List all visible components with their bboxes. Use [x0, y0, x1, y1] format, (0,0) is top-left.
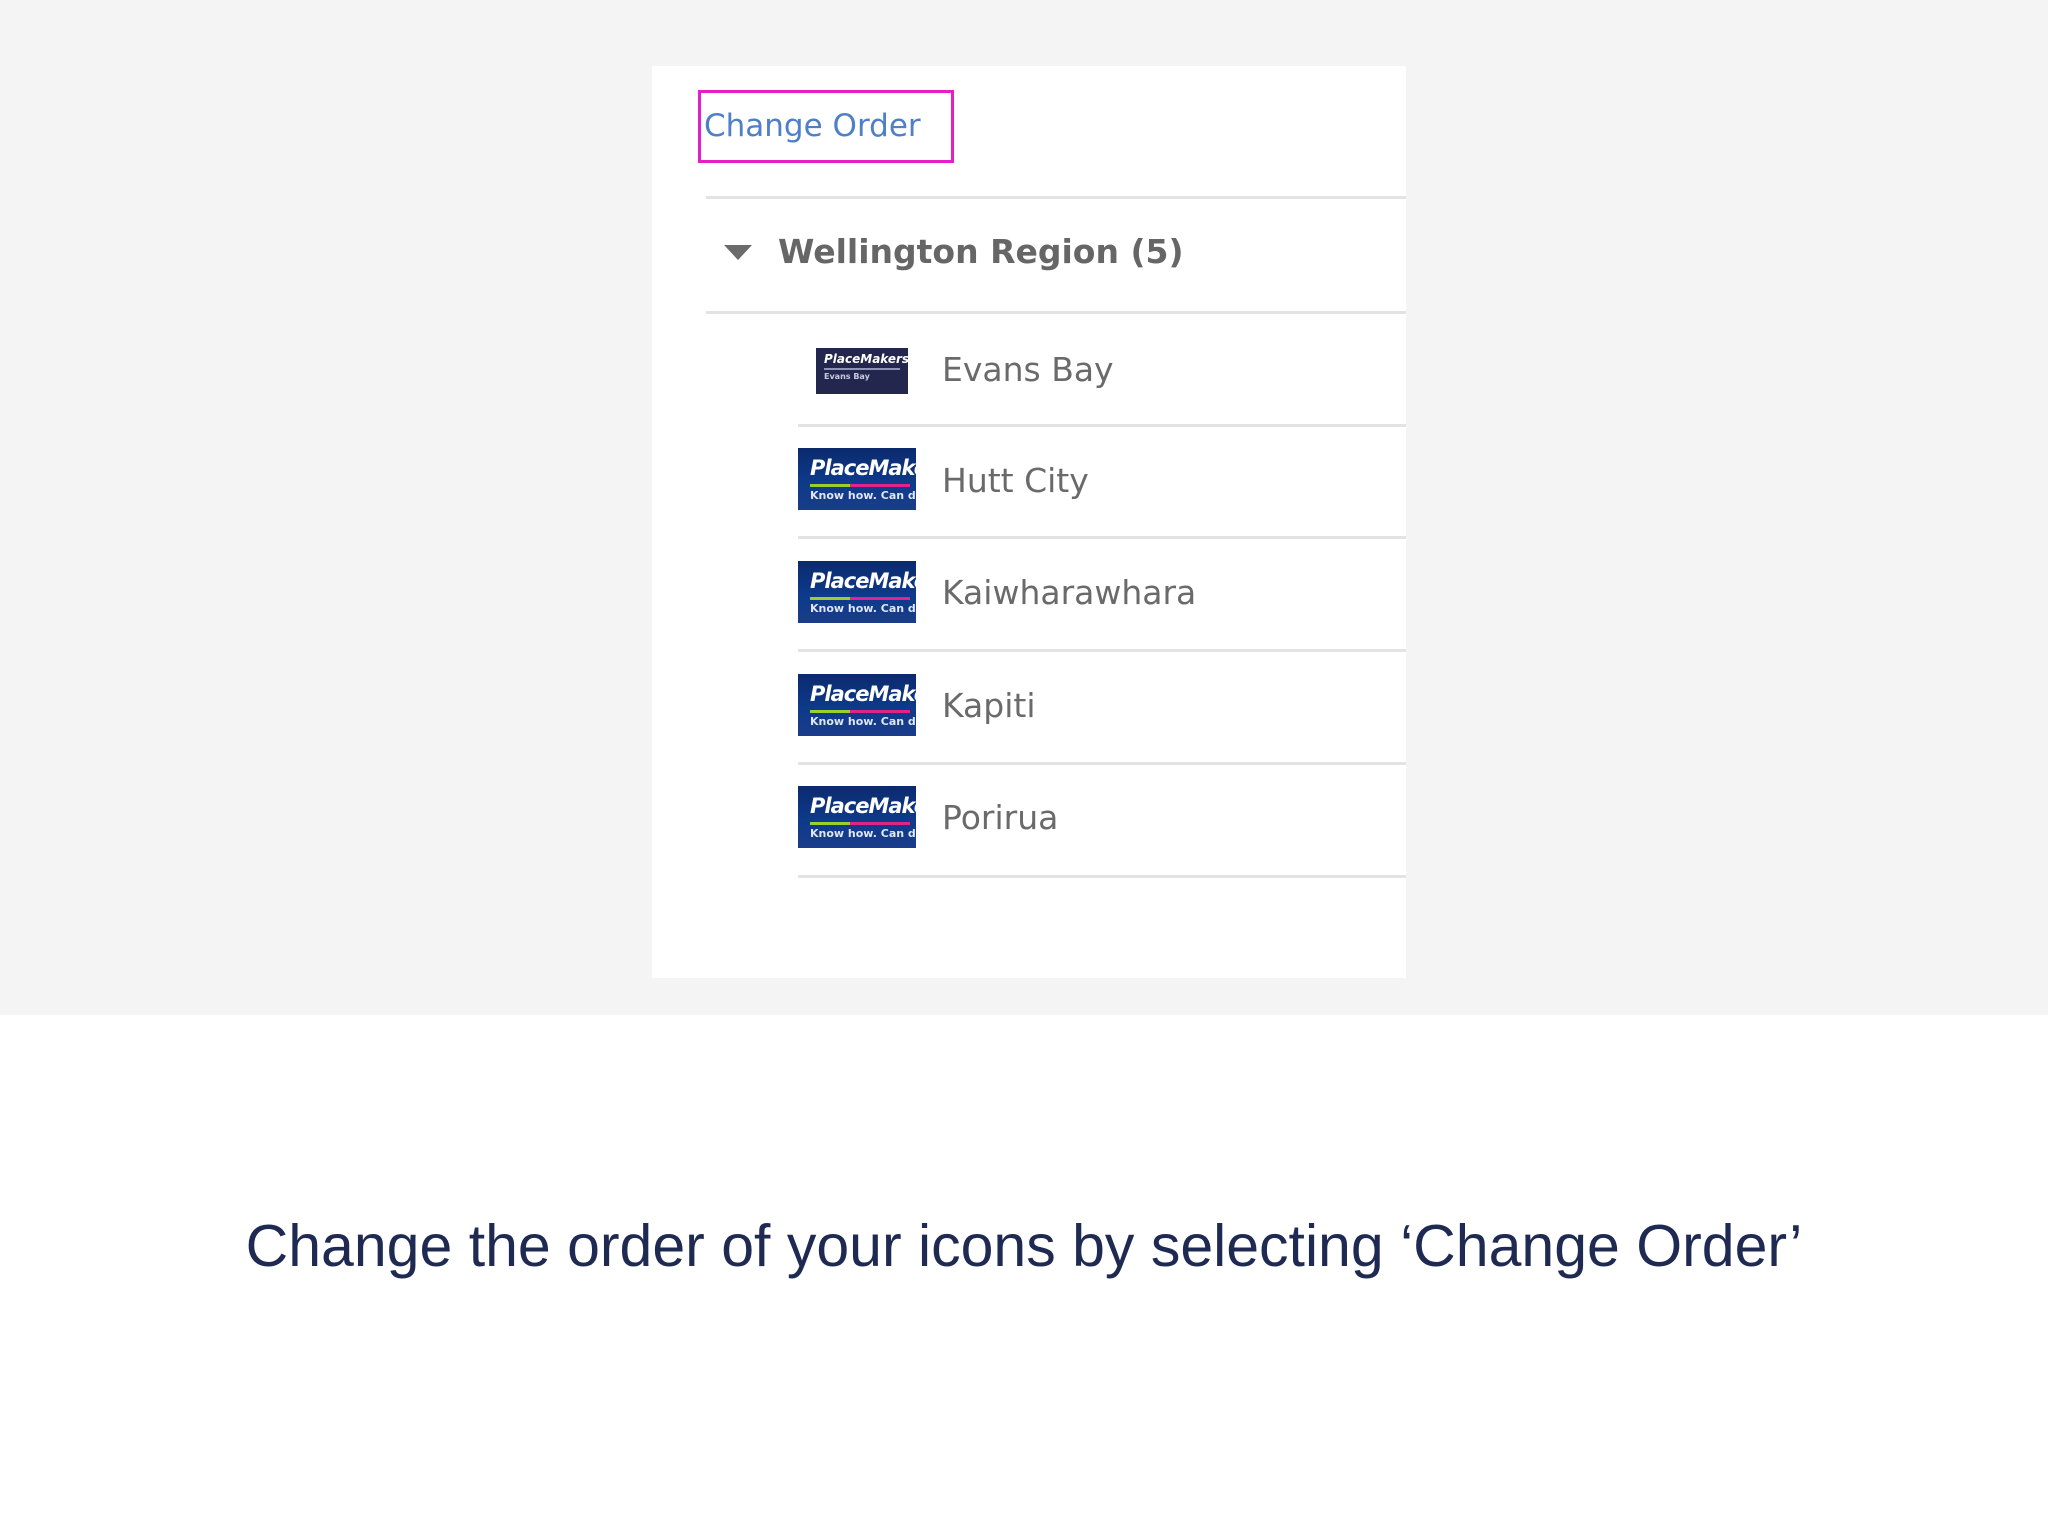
store-name: Hutt City	[942, 461, 1089, 500]
logo-subtext: Evans Bay	[824, 372, 870, 381]
store-name: Porirua	[942, 798, 1059, 837]
logo-text: PlaceMakers	[810, 794, 916, 818]
divider	[798, 536, 1406, 539]
logo-subtext: Know how. Can do.	[810, 602, 916, 615]
instruction-caption: Change the order of your icons by select…	[245, 1213, 1803, 1279]
logo-subtext: Know how. Can do.	[810, 489, 916, 502]
store-list-panel: Change Order Wellington Region (5) Place…	[652, 66, 1406, 978]
store-name: Kaiwharawhara	[942, 573, 1197, 612]
logo-subtext: Know how. Can do.	[810, 715, 916, 728]
placemakers-logo-icon: PlaceMakers Know how. Can do.	[798, 448, 916, 510]
store-name: Evans Bay	[942, 350, 1114, 389]
list-item-store[interactable]: PlaceMakers Know how. Can do. Kapiti	[798, 654, 1406, 766]
logo-text: PlaceMakers	[810, 682, 916, 706]
placemakers-logo-icon: PlaceMakers Evans Bay	[816, 348, 908, 394]
logo-rule	[810, 597, 910, 600]
region-label: Wellington Region (5)	[778, 232, 1184, 271]
list-item-store[interactable]: PlaceMakers Know how. Can do. Hutt City	[798, 429, 1406, 541]
logo-text: PlaceMakers	[810, 456, 916, 480]
logo-rule	[810, 484, 910, 487]
logo-text: PlaceMakers	[810, 569, 916, 593]
divider	[798, 875, 1406, 878]
change-order-link[interactable]: Change Order	[704, 106, 921, 146]
list-item-store[interactable]: PlaceMakers Know how. Can do. Kaiwharawh…	[798, 541, 1406, 653]
caret-down-icon[interactable]	[724, 245, 752, 260]
divider	[798, 424, 1406, 427]
logo-rule	[810, 822, 910, 825]
logo-subtext: Know how. Can do.	[810, 827, 916, 840]
divider	[706, 311, 1406, 314]
placemakers-logo-icon: PlaceMakers Know how. Can do.	[798, 786, 916, 848]
logo-rule	[810, 710, 910, 713]
placemakers-logo-icon: PlaceMakers Know how. Can do.	[798, 561, 916, 623]
divider	[798, 649, 1406, 652]
logo-text: PlaceMakers	[824, 352, 908, 366]
list-item-store[interactable]: PlaceMakers Evans Bay Evans Bay	[798, 316, 1406, 428]
store-name: Kapiti	[942, 686, 1036, 725]
logo-rule	[824, 368, 900, 370]
list-item-store[interactable]: PlaceMakers Know how. Can do. Porirua	[798, 767, 1406, 879]
placemakers-logo-icon: PlaceMakers Know how. Can do.	[798, 674, 916, 736]
divider	[798, 762, 1406, 765]
